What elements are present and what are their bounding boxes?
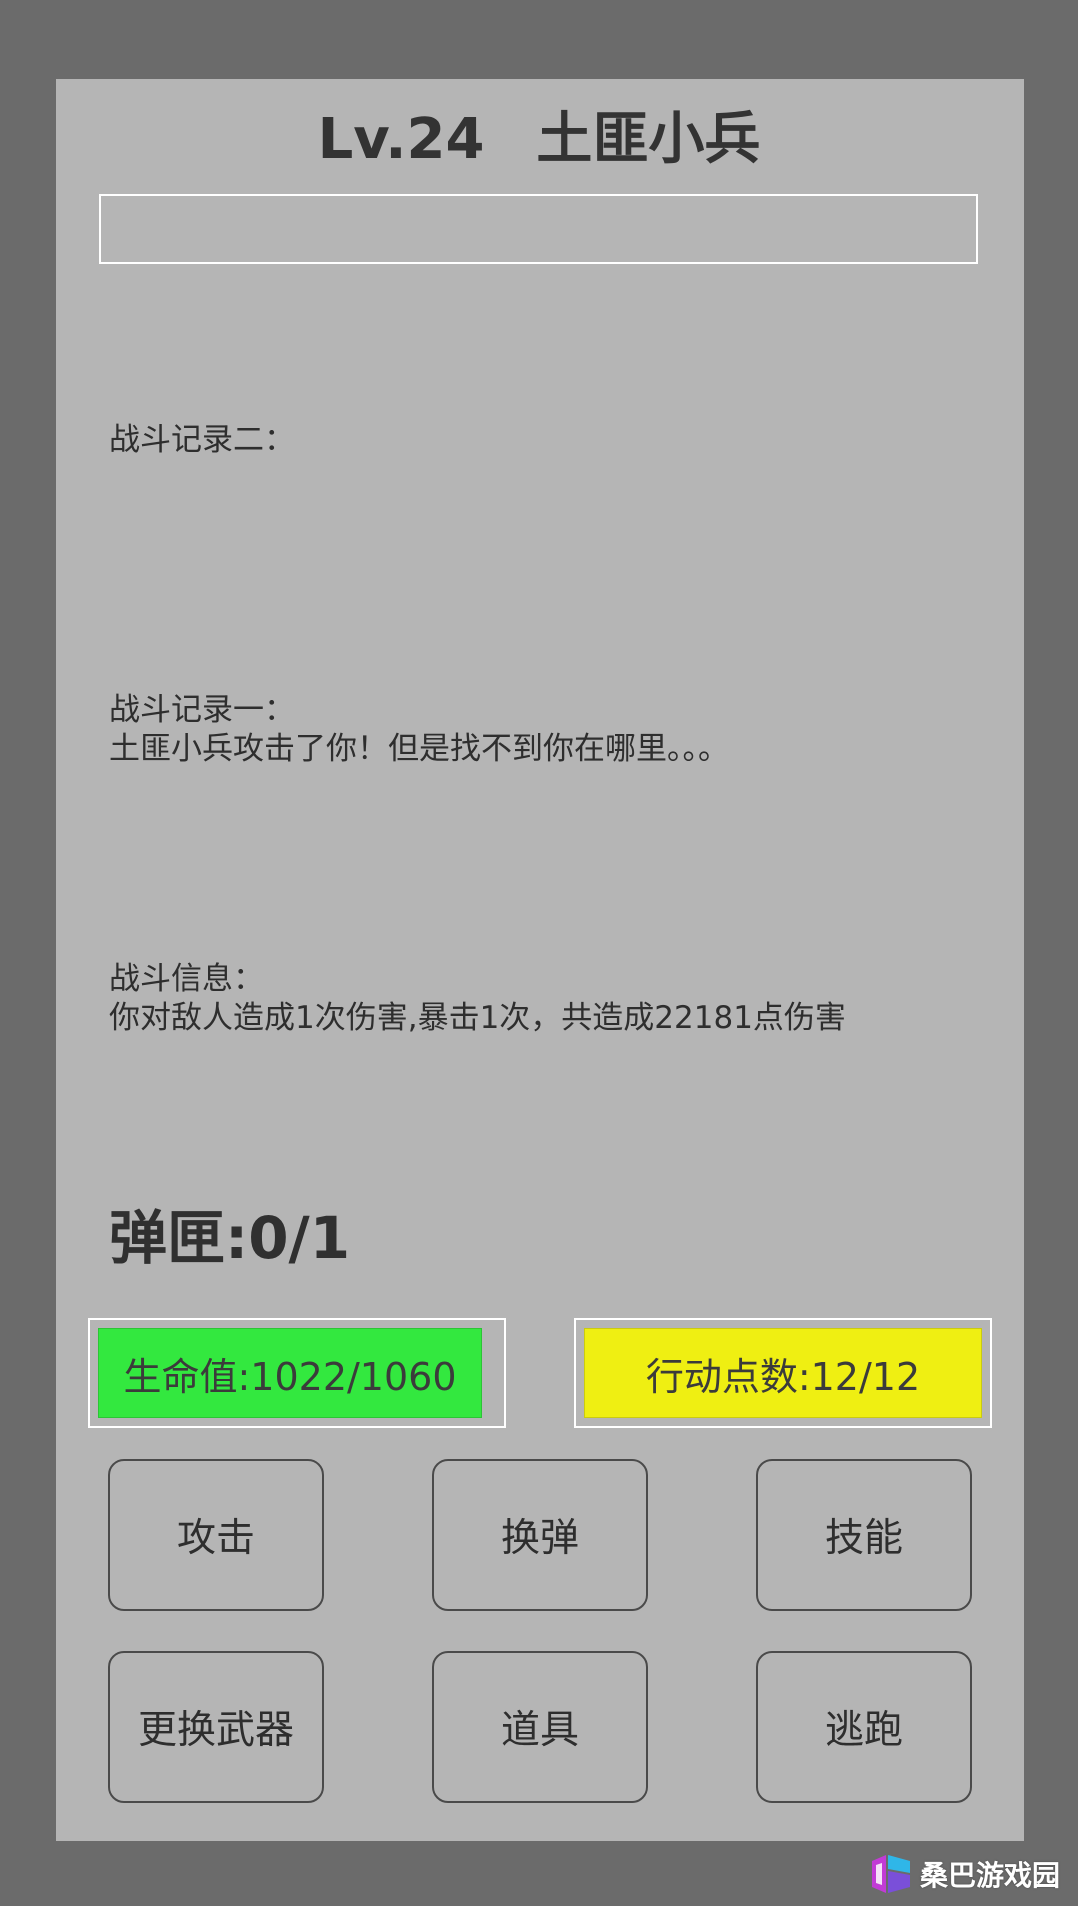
enemy-level: Lv.24 <box>317 107 485 172</box>
player-hp-box: 生命值:1022/1060 <box>88 1318 506 1428</box>
battle-log-record-two-title: 战斗记录二： <box>109 422 295 458</box>
enemy-header: Lv.24 土匪小兵 <box>0 104 1078 176</box>
watermark-text: 桑巴游戏园 <box>919 1859 1060 1892</box>
enemy-hp-bar <box>99 194 978 264</box>
item-button[interactable]: 道具 <box>432 1651 648 1803</box>
battle-info: 战斗信息： 你对敌人造成1次伤害,暴击1次，共造成22181点伤害 <box>109 960 846 1038</box>
watermark: 桑巴游戏园 <box>868 1848 1060 1900</box>
change-weapon-button[interactable]: 更换武器 <box>108 1651 324 1803</box>
ammo-counter: 弹匣:0/1 <box>109 1204 351 1272</box>
battle-info-text: 你对敌人造成1次伤害,暴击1次，共造成22181点伤害 <box>109 1000 846 1036</box>
battle-log-record-one: 战斗记录一： 土匪小兵攻击了你！但是找不到你在哪里。。。 <box>109 691 729 769</box>
flee-button[interactable]: 逃跑 <box>756 1651 972 1803</box>
action-points-box: 行动点数:12/12 <box>574 1318 992 1428</box>
enemy-name: 土匪小兵 <box>536 107 761 172</box>
battle-log-record-two: 战斗记录二： <box>109 421 295 460</box>
skill-button[interactable]: 技能 <box>756 1459 972 1611</box>
attack-button[interactable]: 攻击 <box>108 1459 324 1611</box>
battle-log-record-one-text: 土匪小兵攻击了你！但是找不到你在哪里。。。 <box>109 731 729 767</box>
action-points-label: 行动点数:12/12 <box>584 1328 982 1418</box>
reload-button[interactable]: 换弹 <box>432 1459 648 1611</box>
battle-info-title: 战斗信息： <box>109 961 264 997</box>
player-hp-label: 生命值:1022/1060 <box>98 1328 482 1418</box>
battle-log-record-one-title: 战斗记录一： <box>109 692 295 728</box>
site-logo-icon <box>871 1855 910 1893</box>
